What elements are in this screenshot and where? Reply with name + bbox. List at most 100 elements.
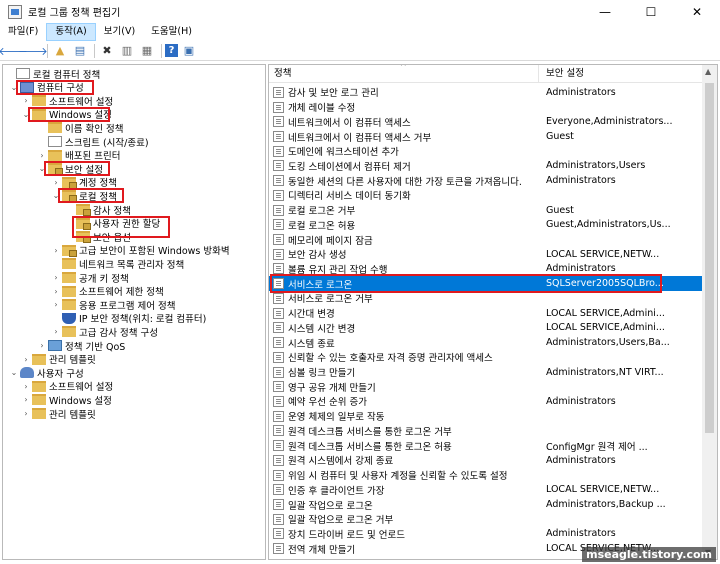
policy-row[interactable]: 도메인에 워크스테이션 추가 xyxy=(269,144,703,159)
expand-icon[interactable]: › xyxy=(37,151,47,160)
expand-icon[interactable]: › xyxy=(21,382,31,391)
vertical-scrollbar[interactable]: ▲ ▼ xyxy=(702,65,717,559)
policy-row[interactable]: 로컬 로그온 허용 Guest,Administrators,Us... xyxy=(269,217,703,232)
export-list-icon[interactable]: ▦ xyxy=(138,43,156,59)
expand-icon[interactable]: › xyxy=(21,395,31,404)
expand-icon[interactable]: › xyxy=(51,327,61,336)
tree-item-label: Windows 설정 xyxy=(49,395,112,407)
policy-row[interactable]: 메모리에 페이지 잠금 xyxy=(269,232,703,247)
policy-row[interactable]: 네트워크에서 이 컴퓨터 액세스 거부 Guest xyxy=(269,129,703,144)
tree-item[interactable]: ⌄ 사용자 구성 xyxy=(9,366,84,380)
minimize-button[interactable]: — xyxy=(582,0,628,23)
policy-row[interactable]: 예약 우선 순위 증가 Administrators xyxy=(269,394,703,409)
policy-row[interactable]: 시스템 시간 변경 LOCAL SERVICE,Admini... xyxy=(269,321,703,336)
policy-row[interactable]: 개체 레이블 수정 xyxy=(269,100,703,115)
security-setting: Administrators xyxy=(546,528,616,540)
tree-item[interactable]: IP 보안 정책(위치: 로컬 컴퓨터) xyxy=(51,312,206,325)
menu-file[interactable]: 파일(F) xyxy=(0,23,46,41)
policy-row[interactable]: 시스템 종료 Administrators,Users,Ba... xyxy=(269,335,703,350)
tree-item[interactable]: › 고급 감사 정책 구성 xyxy=(51,325,158,339)
expand-icon[interactable]: › xyxy=(37,341,47,350)
tree-item[interactable]: › 고급 보안이 포함된 Windows 방화벽 xyxy=(51,244,230,257)
menu-action[interactable]: 동작(A) xyxy=(46,23,96,41)
expand-icon[interactable]: › xyxy=(51,178,61,187)
policy-row[interactable]: 일괄 작업으로 로그온 Administrators,Backup ... xyxy=(269,497,703,512)
doc-icon xyxy=(48,136,62,147)
policy-name: 로컬 로그온 거부 xyxy=(288,206,356,218)
policy-row[interactable]: 시간대 변경 LOCAL SERVICE,Admini... xyxy=(269,306,703,321)
collapse-icon[interactable]: ⌄ xyxy=(9,368,19,377)
security-setting: Everyone,Administrators... xyxy=(546,116,673,128)
policy-row[interactable]: 영구 공유 개체 만들기 xyxy=(269,379,703,394)
column-header-security-setting[interactable]: 보안 설정 xyxy=(541,65,701,83)
tree-item[interactable]: › Windows 설정 xyxy=(21,393,112,407)
tree-item[interactable]: 스크립트 (시작/종료) xyxy=(37,135,149,149)
properties-icon[interactable]: ▥ xyxy=(118,43,136,59)
tree-item[interactable]: 이름 확인 정책 xyxy=(37,121,123,135)
maximize-button[interactable]: ☐ xyxy=(628,0,674,23)
policy-row[interactable]: 디렉터리 서비스 데이터 동기화 xyxy=(269,188,703,203)
policy-row[interactable]: 일괄 작업으로 로그온 거부 xyxy=(269,512,703,527)
tree-item[interactable]: › 계정 정책 xyxy=(51,176,117,189)
policy-name: 예약 우선 순위 증가 xyxy=(288,397,367,409)
policy-row[interactable]: 서비스로 로그온 거부 xyxy=(269,291,703,306)
expand-icon[interactable]: › xyxy=(21,96,31,105)
tree-item[interactable]: › 소프트웨어 설정 xyxy=(21,380,113,393)
policy-row[interactable]: 위임 시 컴퓨터 및 사용자 계정을 신뢰할 수 있도록 설정 xyxy=(269,468,703,483)
tree-item[interactable]: 네트워크 목록 관리자 정책 xyxy=(51,257,184,271)
help-icon[interactable]: ? xyxy=(165,44,178,57)
up-folder-icon[interactable]: ▲ xyxy=(51,43,69,59)
policy-icon xyxy=(273,219,284,231)
menu-help[interactable]: 도움말(H) xyxy=(143,23,200,41)
policy-row[interactable]: 도킹 스테이션에서 컴퓨터 제거 Administrators,Users xyxy=(269,159,703,174)
policy-row[interactable]: 심볼 링크 만들기 Administrators,NT VIRT... xyxy=(269,365,703,380)
policy-row[interactable]: 인증 후 클라이언트 가장 LOCAL SERVICE,NETW... xyxy=(269,482,703,497)
tree-item[interactable]: › 응용 프로그램 제어 정책 xyxy=(51,298,175,312)
policy-row[interactable]: 원격 시스템에서 강제 종료 Administrators xyxy=(269,453,703,468)
policy-row[interactable]: 장치 드라이버 로드 및 언로드 Administrators xyxy=(269,527,703,542)
tree-item[interactable]: › 배포된 프린터 xyxy=(37,149,120,162)
policy-name: 디렉터리 서비스 데이터 동기화 xyxy=(288,191,411,203)
policy-row[interactable]: 네트워크에서 이 컴퓨터 액세스 Everyone,Administrators.… xyxy=(269,114,703,129)
policy-row[interactable]: 원격 데스크톱 서비스를 통한 로그온 허용 ConfigMgr 원격 제어 ..… xyxy=(269,438,703,453)
forward-icon[interactable]: 🡒 xyxy=(18,43,48,59)
policy-row[interactable]: 동일한 세션의 다른 사용자에 대한 가장 토큰을 가져옵니다. Administ… xyxy=(269,173,703,188)
menu-view[interactable]: 보기(V) xyxy=(96,23,143,41)
expand-icon[interactable]: › xyxy=(21,409,31,418)
tree-item[interactable]: › 관리 템플릿 xyxy=(21,353,96,366)
policy-row[interactable]: 신뢰할 수 있는 호출자로 자격 증명 관리자에 액세스 xyxy=(269,350,703,365)
security-setting: Administrators,Backup ... xyxy=(546,499,666,510)
tree-item[interactable]: 감사 정책 xyxy=(65,203,131,217)
tree-item[interactable]: 로컬 컴퓨터 정책 xyxy=(5,67,100,81)
tree-item[interactable]: › 관리 템플릿 xyxy=(21,407,96,421)
policy-row[interactable]: 로컬 로그온 거부 Guest xyxy=(269,203,703,218)
policy-row[interactable]: 감사 및 보안 로그 관리 Administrators xyxy=(269,85,703,100)
policy-row[interactable]: 보안 감사 생성 LOCAL SERVICE,NETW... xyxy=(269,247,703,262)
close-button[interactable]: ✕ xyxy=(674,0,720,23)
policy-list[interactable]: 정책 ^ 보안 설정 감사 및 보안 로그 관리 Administrators 개체… xyxy=(268,64,718,560)
policy-row[interactable]: 운영 체제의 일부로 작동 xyxy=(269,409,703,424)
tree-item[interactable]: › 소프트웨어 설정 xyxy=(21,94,114,108)
console-tree[interactable]: 로컬 컴퓨터 정책 ⌄ 컴퓨터 구성 › 소프트웨어 설정 ⌄ Windows 설정 이름 확… xyxy=(2,64,266,560)
expand-icon[interactable]: › xyxy=(51,300,61,309)
tree-item[interactable]: › 소프트웨어 제한 정책 xyxy=(51,285,164,298)
console-icon[interactable]: ▣ xyxy=(180,43,198,59)
scroll-up-icon[interactable]: ▲ xyxy=(705,67,711,76)
policy-icon xyxy=(273,189,284,201)
policy-name: 인증 후 클라이언트 가장 xyxy=(288,485,385,497)
scrollbar-thumb[interactable] xyxy=(705,83,714,433)
policy-row[interactable]: 원격 데스크톱 서비스를 통한 로그온 거부 xyxy=(269,424,703,439)
expand-icon[interactable]: › xyxy=(51,287,61,296)
tree-item[interactable]: › 정책 기반 QoS xyxy=(37,339,125,353)
delete-icon[interactable]: ✖ xyxy=(98,43,116,59)
expand-icon[interactable]: › xyxy=(51,273,61,282)
tree-item-label: 소프트웨어 설정 xyxy=(49,96,114,108)
show-hide-tree-icon[interactable]: ▤ xyxy=(71,43,89,59)
expand-icon[interactable]: › xyxy=(21,355,31,364)
security-setting: Guest xyxy=(546,131,574,142)
policy-icon xyxy=(273,499,284,510)
expand-icon[interactable]: › xyxy=(51,246,61,255)
tree-item[interactable]: › 공개 키 정책 xyxy=(51,271,129,285)
policy-name: 일괄 작업으로 로그온 xyxy=(288,500,373,512)
policy-icon xyxy=(273,131,284,142)
